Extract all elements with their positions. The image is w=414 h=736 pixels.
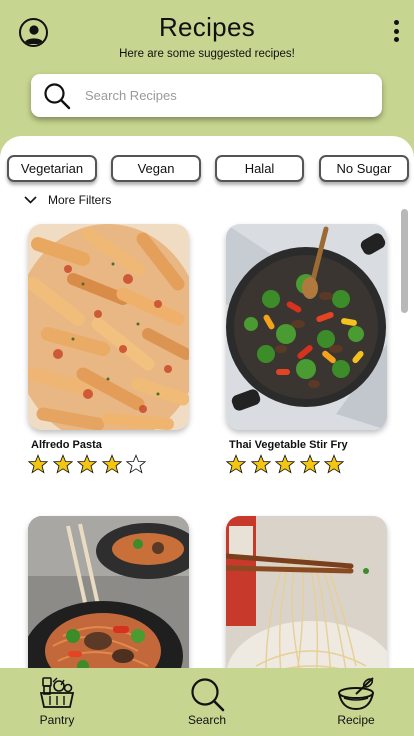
recipes-panel: Vegetarian Vegan Halal No Sugar More Fil… bbox=[0, 136, 414, 676]
star-filled-icon bbox=[77, 454, 97, 474]
recipe-image-pasta[interactable] bbox=[28, 224, 189, 430]
more-filters-label: More Filters bbox=[48, 193, 112, 207]
page-title: Recipes bbox=[158, 12, 256, 42]
nav-item-recipe[interactable]: Recipe bbox=[333, 668, 379, 736]
recipe-image-noodles[interactable] bbox=[226, 516, 387, 676]
recipe-name: Thai Vegetable Stir Fry bbox=[229, 439, 348, 451]
search-bar[interactable] bbox=[31, 74, 382, 117]
star-filled-icon bbox=[250, 454, 271, 474]
recipe-image-stir-fry[interactable] bbox=[226, 224, 387, 430]
page-subtitle: Here are some suggested recipes! bbox=[119, 48, 295, 60]
star-filled-icon bbox=[226, 454, 246, 474]
chevron-down-icon bbox=[24, 196, 37, 204]
star-rating bbox=[226, 454, 387, 474]
filter-chip-no-sugar[interactable]: No Sugar bbox=[319, 155, 409, 182]
grocery-basket-icon bbox=[39, 677, 75, 708]
recipe-name: Alfredo Pasta bbox=[31, 439, 102, 451]
nav-label-pantry: Pantry bbox=[39, 713, 75, 727]
recipe-card[interactable]: Thai Vegetable Stir Fry bbox=[226, 224, 387, 474]
recipe-card[interactable]: Alfredo Pasta bbox=[28, 224, 189, 474]
bottom-nav: Pantry Search Recipe bbox=[0, 668, 414, 736]
recipe-image-beef-noodles[interactable] bbox=[28, 516, 189, 676]
mixing-bowl-icon bbox=[338, 677, 374, 711]
filter-chips: Vegetarian Vegan Halal No Sugar bbox=[0, 155, 414, 183]
filter-chip-vegan[interactable]: Vegan bbox=[111, 155, 201, 182]
star-filled-icon bbox=[324, 454, 344, 474]
scrollbar[interactable] bbox=[401, 209, 408, 313]
kebab-menu-icon[interactable] bbox=[392, 20, 400, 42]
star-rating bbox=[28, 454, 189, 474]
star-filled-icon bbox=[275, 454, 295, 474]
app-header: Recipes Here are some suggested recipes! bbox=[0, 0, 414, 140]
more-filters-toggle[interactable]: More Filters bbox=[24, 193, 111, 207]
star-filled-icon bbox=[299, 454, 320, 474]
nav-label-search: Search bbox=[187, 713, 227, 727]
nav-item-search[interactable]: Search bbox=[184, 668, 230, 736]
nav-label-recipe: Recipe bbox=[337, 713, 375, 727]
filter-chip-halal[interactable]: Halal bbox=[215, 155, 304, 182]
search-icon bbox=[44, 82, 71, 109]
recipe-card[interactable] bbox=[226, 516, 387, 676]
star-empty-icon bbox=[126, 454, 146, 474]
nav-item-pantry[interactable]: Pantry bbox=[34, 668, 80, 736]
filter-chip-vegetarian[interactable]: Vegetarian bbox=[7, 155, 97, 182]
star-filled-icon bbox=[28, 454, 48, 474]
search-input[interactable] bbox=[85, 88, 345, 103]
star-filled-icon bbox=[52, 454, 73, 474]
star-filled-icon bbox=[101, 454, 122, 474]
search-icon bbox=[191, 678, 225, 712]
recipe-card[interactable] bbox=[28, 516, 189, 676]
